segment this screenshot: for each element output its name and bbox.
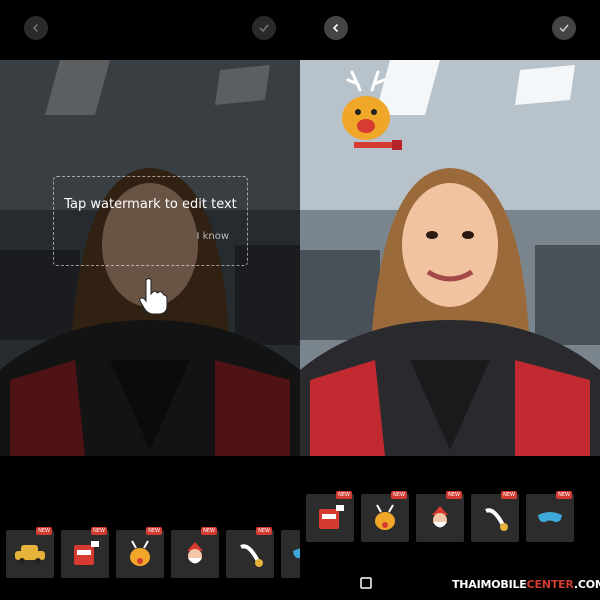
- sticker-strip-left: NEW NEW NEW NEW NEW NEW: [6, 527, 300, 582]
- recent-apps-icon[interactable]: [360, 577, 372, 589]
- reindeer-sticker[interactable]: NEW: [361, 491, 409, 542]
- new-badge: NEW: [501, 491, 517, 499]
- chevron-left-icon: [32, 23, 39, 33]
- mask-sticker[interactable]: NEW: [281, 530, 300, 578]
- check-icon: [259, 24, 269, 33]
- chevron-left-icon: [332, 23, 339, 33]
- new-badge: NEW: [36, 527, 52, 535]
- left-screen: Tap watermark to edit text I know NEW NE…: [0, 0, 300, 600]
- right-screen: NEW NEW NEW NEW NEW: [300, 0, 600, 600]
- santa-icon: [432, 506, 448, 528]
- confirm-button[interactable]: [552, 16, 576, 40]
- car-sticker[interactable]: NEW: [6, 527, 54, 578]
- tip-message: Tap watermark to edit text: [64, 197, 237, 212]
- sticker-strip-right: NEW NEW NEW NEW NEW: [306, 491, 574, 546]
- new-badge: NEW: [201, 527, 217, 535]
- reindeer-watermark[interactable]: [338, 70, 410, 156]
- santa-sticker[interactable]: NEW: [171, 527, 219, 578]
- back-button[interactable]: [324, 16, 348, 40]
- santa-icon: [187, 542, 203, 564]
- mailbox-sticker[interactable]: NEW: [306, 491, 354, 542]
- mailbox-sticker[interactable]: NEW: [61, 527, 109, 578]
- reindeer-icon: [130, 540, 150, 566]
- watermark-tip[interactable]: Tap watermark to edit text I know: [53, 176, 248, 266]
- new-badge: NEW: [256, 527, 272, 535]
- car-icon: [15, 545, 45, 564]
- tap-hand-icon: [139, 278, 168, 315]
- santa-sticker[interactable]: NEW: [416, 491, 464, 542]
- mailbox-icon: [319, 505, 344, 529]
- candy-cane-sticker[interactable]: NEW: [226, 527, 274, 578]
- site-watermark-logo: THAIMOBILECENTER.COM: [452, 578, 600, 591]
- new-badge: NEW: [391, 491, 407, 499]
- new-badge: NEW: [446, 491, 462, 499]
- back-button[interactable]: [24, 16, 48, 40]
- tip-dismiss-button[interactable]: I know: [196, 231, 229, 242]
- new-badge: NEW: [91, 527, 107, 535]
- candy-cane-icon: [485, 508, 508, 531]
- reindeer-icon: [375, 504, 395, 530]
- reindeer-sticker[interactable]: NEW: [116, 527, 164, 578]
- candy-cane-icon: [240, 544, 263, 567]
- new-badge: NEW: [336, 491, 352, 499]
- mask-icon: [293, 548, 300, 559]
- confirm-button[interactable]: [252, 16, 276, 40]
- new-badge: NEW: [556, 491, 572, 499]
- mask-icon: [538, 512, 562, 523]
- check-icon: [559, 24, 569, 33]
- mailbox-icon: [74, 541, 99, 565]
- new-badge: NEW: [146, 527, 162, 535]
- candy-cane-sticker[interactable]: NEW: [471, 491, 519, 542]
- mask-sticker[interactable]: NEW: [526, 491, 574, 542]
